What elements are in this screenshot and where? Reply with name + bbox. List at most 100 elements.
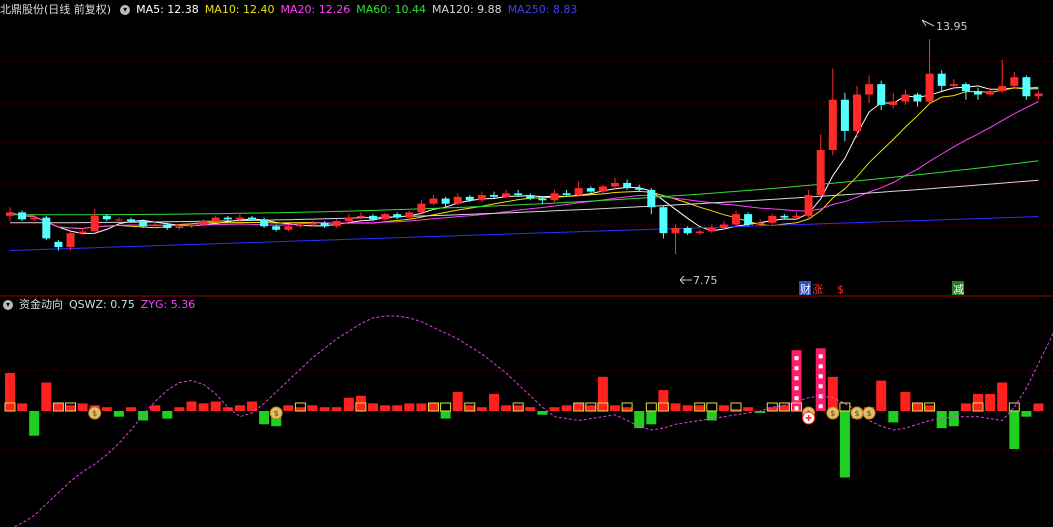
candle-body: [913, 94, 922, 102]
candle-body: [429, 198, 438, 204]
flow-bar: [331, 407, 342, 411]
flow-bar: [839, 411, 850, 478]
ma-line: [9, 86, 1039, 230]
flow-bar-stripe: [794, 386, 799, 391]
event-markers[interactable]: 财 涨 $ 减: [799, 281, 964, 296]
flow-bar: [622, 407, 633, 411]
candle-body: [901, 94, 910, 102]
event-dollar: $: [837, 283, 844, 296]
candle-body: [514, 193, 523, 196]
flow-bar: [1021, 411, 1032, 417]
flow-bar: [900, 392, 911, 411]
candle-body: [344, 217, 353, 222]
candle-body: [30, 217, 39, 220]
flow-bar: [597, 376, 608, 411]
candle-body: [284, 226, 293, 230]
ma-line: [10, 160, 1039, 216]
signal-square: [839, 402, 851, 412]
candle-body: [671, 228, 680, 234]
flow-bar: [767, 407, 778, 411]
flow-bar: [513, 405, 524, 411]
candle-body: [163, 224, 172, 228]
flow-bar-stripe: [794, 356, 799, 361]
flow-bar: [416, 403, 427, 411]
flow-bar: [525, 407, 536, 411]
candle-body: [102, 215, 111, 220]
flow-bar: [222, 407, 233, 411]
ma-line: [9, 101, 1039, 230]
ma-line: [9, 85, 1039, 235]
flow-bar: [41, 382, 52, 411]
candle-body: [490, 195, 498, 197]
main-title: 北鼎股份(日线 前复权): [0, 3, 112, 16]
candle-body: [296, 224, 305, 227]
qswz-label: QSWZ: 0.75: [69, 298, 135, 311]
flow-bar: [77, 403, 88, 411]
candle-body: [538, 198, 547, 201]
flow-bar: [501, 405, 512, 411]
candle-body: [187, 224, 196, 227]
candle-body: [405, 212, 414, 218]
flow-bar: [343, 397, 354, 411]
flow-bar: [1033, 403, 1044, 411]
flow-bar: [162, 411, 173, 419]
candle-body: [417, 203, 426, 213]
candle-body: [865, 84, 874, 95]
candle-body: [66, 233, 75, 248]
candle-body: [272, 226, 281, 230]
candle-body: [756, 222, 765, 225]
chevron-down-icon[interactable]: ▾: [120, 5, 131, 15]
signal-square: [1008, 402, 1020, 412]
candle-body: [792, 215, 801, 218]
flow-bar: [186, 401, 197, 411]
flow-bar: [17, 403, 28, 411]
flow-bar: [743, 407, 754, 411]
zyg-label: ZYG: 5.36: [140, 298, 196, 311]
low-price-label: 7.75: [693, 274, 718, 287]
candle-body: [248, 217, 256, 220]
candle-body: [683, 228, 692, 234]
candle-body: [526, 195, 535, 199]
candle-body: [768, 215, 777, 223]
ma20-label: MA20: 12.26: [280, 3, 351, 16]
flow-bar: [997, 382, 1008, 411]
ma120-label: MA120: 9.88: [431, 3, 502, 16]
moneybag-symbol: $: [854, 409, 859, 418]
flow-bar: [948, 411, 959, 427]
flow-bar-stripe: [794, 376, 799, 381]
flow-bar: [234, 405, 245, 411]
candle-body: [320, 222, 329, 227]
fund-flow-bars: [5, 348, 1044, 478]
stock-chart[interactable]: 13.95 7.75 财 涨 $ 减 $ $ $ $ $ $: [0, 0, 1053, 527]
flow-bar: [428, 403, 439, 411]
candle-body: [925, 73, 934, 102]
flow-bar: [101, 407, 112, 411]
high-price-label: 13.95: [936, 20, 968, 33]
flow-bar: [452, 392, 463, 411]
candle-body: [441, 198, 450, 204]
candle-body: [42, 217, 51, 239]
candle-body: [114, 219, 123, 221]
flow-bar: [259, 411, 270, 425]
candle-body: [889, 101, 898, 105]
flow-bar: [1009, 411, 1020, 449]
flow-bar: [610, 405, 620, 411]
low-arrow: [679, 275, 692, 285]
candle-body: [18, 212, 27, 220]
flow-bar: [561, 405, 572, 411]
candle-body: [453, 196, 462, 204]
flow-bar-stripe: [818, 354, 823, 359]
flow-bar: [368, 403, 378, 411]
sub-header: ▾ 资金动向 QSWZ: 0.75 ZYG: 5.36: [0, 297, 195, 313]
candle-body: [308, 222, 317, 225]
candle-body: [816, 150, 825, 196]
candle-body: [369, 215, 377, 220]
flow-bar: [464, 405, 475, 411]
chevron-down-icon[interactable]: ▾: [3, 300, 13, 310]
candle-body: [151, 224, 160, 227]
candle-body: [465, 196, 474, 201]
candle-body: [260, 219, 269, 227]
flow-bar: [174, 407, 185, 411]
candle-body: [647, 189, 656, 208]
flow-bar: [307, 405, 318, 411]
